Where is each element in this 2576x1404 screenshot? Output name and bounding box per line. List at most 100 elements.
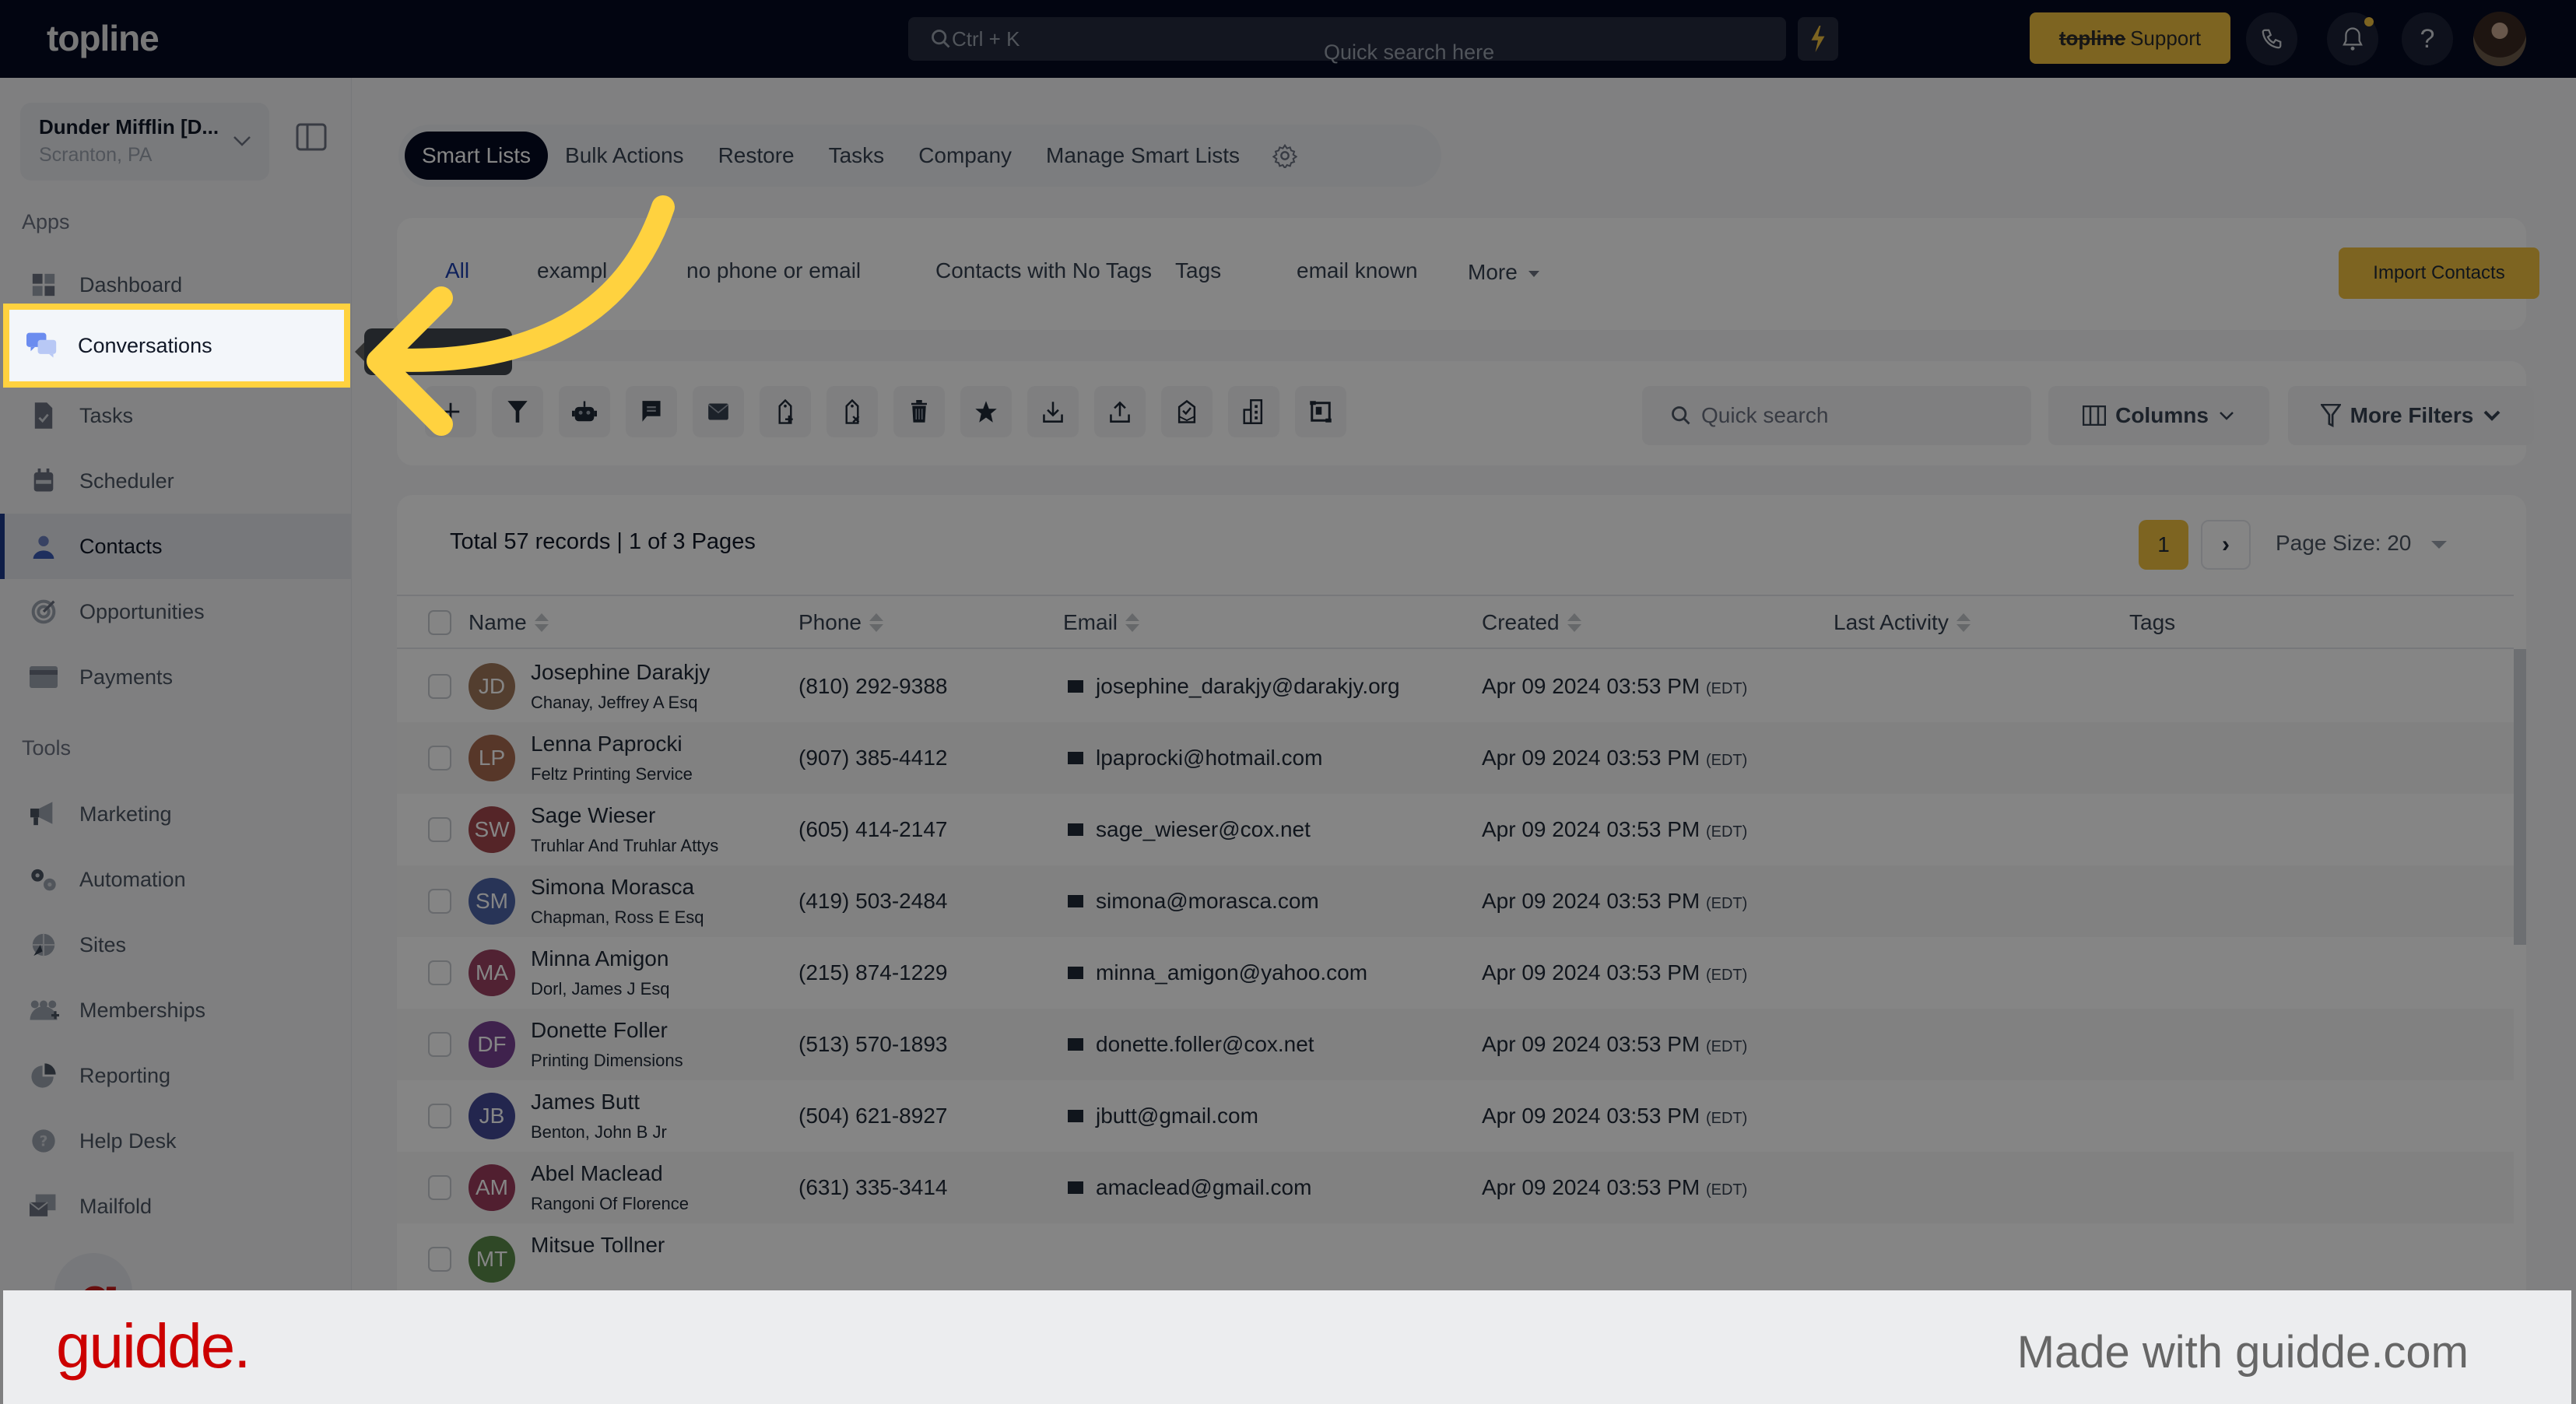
sidebar-collapse-icon[interactable] [296,123,327,151]
table-row[interactable]: JD Josephine Darakjy Chanay, Jeffrey A E… [397,651,2514,722]
contact-email[interactable]: amaclead@gmail.com [1068,1175,1311,1200]
contact-phone[interactable]: (215) 874-1229 [798,960,947,985]
location-switcher[interactable]: Dunder Mifflin [D... Scranton, PA [20,103,269,181]
contact-phone[interactable]: (810) 292-9388 [798,674,947,699]
contact-name[interactable]: Mitsue Tollner [531,1233,665,1258]
row-checkbox[interactable] [428,1032,451,1057]
more-filters-button[interactable]: More Filters [2288,386,2534,445]
tag-remove-button[interactable] [826,386,878,437]
smart-list-all[interactable]: All [445,258,469,283]
row-checkbox[interactable] [428,674,451,699]
contact-phone[interactable]: (504) 621-8927 [798,1104,947,1128]
row-checkbox[interactable] [428,1247,451,1272]
made-with-guidde[interactable]: Made with guidde.com [2017,1326,2469,1378]
table-row[interactable]: MA Minna Amigon Dorl, James J Esq (215) … [397,937,2514,1009]
notifications-button[interactable] [2327,12,2378,65]
contact-email[interactable]: simona@morasca.com [1068,889,1319,914]
contact-name[interactable]: Minna Amigon [531,946,669,971]
contact-email[interactable]: josephine_darakjy@darakjy.org [1068,674,1400,699]
sidebar-item-automation[interactable]: Automation [0,847,352,912]
row-checkbox[interactable] [428,960,451,985]
contact-phone[interactable]: (907) 385-4412 [798,746,947,770]
sidebar-item-contacts[interactable]: Contacts [0,514,352,579]
contact-name[interactable]: Sage Wieser [531,803,655,828]
contacts-quick-search[interactable]: Quick search [1642,386,2031,445]
sidebar-item-conversations[interactable]: Conversations [3,304,350,388]
tab-restore[interactable]: Restore [701,132,812,180]
contact-name[interactable]: Josephine Darakjy [531,660,710,685]
column-header-phone[interactable]: Phone [798,610,883,635]
smart-list-no-phone-email[interactable]: no phone or email [686,258,861,283]
table-row[interactable]: SW Sage Wieser Truhlar And Truhlar Attys… [397,794,2514,865]
tag-add-button[interactable] [760,386,811,437]
contact-name[interactable]: James Butt [531,1090,640,1114]
app-logo[interactable]: topline [47,17,160,59]
row-checkbox[interactable] [428,1175,451,1200]
table-row[interactable]: DF Donette Foller Printing Dimensions (5… [397,1009,2514,1080]
settings-gear-icon[interactable] [1272,143,1298,168]
row-checkbox[interactable] [428,817,451,842]
sidebar-item-marketing[interactable]: Marketing [0,781,352,847]
global-search-input[interactable]: Quick search here Ctrl + K [908,17,1786,64]
sidebar-item-reporting[interactable]: Reporting [0,1043,352,1108]
column-header-last-activity[interactable]: Last Activity [1834,610,1971,635]
smart-list-no-tags[interactable]: Contacts with No Tags [935,258,1152,283]
merge-button[interactable] [1295,386,1346,437]
contact-email[interactable]: minna_amigon@yahoo.com [1068,960,1367,985]
help-button[interactable]: ? [2402,12,2453,65]
contact-name[interactable]: Lenna Paprocki [531,732,683,756]
add-button[interactable] [425,386,476,437]
tab-tasks[interactable]: Tasks [812,132,902,180]
contact-name[interactable]: Simona Morasca [531,875,694,900]
sidebar-item-scheduler[interactable]: Scheduler [0,448,352,514]
next-page-button[interactable]: › [2201,520,2251,570]
phone-button[interactable] [2246,12,2297,65]
building-button[interactable] [1228,386,1279,437]
sidebar-item-payments[interactable]: Payments [0,644,352,710]
table-scrollbar[interactable] [2514,649,2526,945]
sidebar-item-opportunities[interactable]: Opportunities [0,579,352,644]
contact-email[interactable]: jbutt@gmail.com [1068,1104,1258,1128]
column-header-created[interactable]: Created [1482,610,1581,635]
contact-email[interactable]: lpaprocki@hotmail.com [1068,746,1322,770]
mailbox-check-button[interactable] [1161,386,1213,437]
column-header-name[interactable]: Name [469,610,549,635]
table-row[interactable]: MT Mitsue Tollner [397,1223,2514,1295]
sidebar-item-memberships[interactable]: Memberships [0,978,352,1043]
guidde-logo[interactable]: guidde. [56,1311,251,1382]
row-checkbox[interactable] [428,889,451,914]
table-row[interactable]: SM Simona Morasca Chapman, Ross E Esq (4… [397,865,2514,937]
row-checkbox[interactable] [428,1104,451,1128]
filter-button[interactable] [492,386,543,437]
user-avatar[interactable] [2473,12,2526,66]
contact-phone[interactable]: (631) 335-3414 [798,1175,947,1200]
page-size-select[interactable]: Page Size: 20 [2276,531,2448,556]
table-row[interactable]: AM Abel Maclead Rangoni Of Florence (631… [397,1152,2514,1223]
table-row[interactable]: JB James Butt Benton, John B Jr (504) 62… [397,1080,2514,1152]
smart-list-example[interactable]: exampl [537,258,607,283]
contact-email[interactable]: donette.foller@cox.net [1068,1032,1314,1057]
tab-company[interactable]: Company [901,132,1029,180]
tab-bulk-actions[interactable]: Bulk Actions [548,132,701,180]
contact-phone[interactable]: (513) 570-1893 [798,1032,947,1057]
contact-email[interactable]: sage_wieser@cox.net [1068,817,1311,842]
smart-list-email-known[interactable]: email known [1297,258,1418,283]
support-button[interactable]: topline Support [2030,12,2230,64]
trash-button[interactable] [893,386,945,437]
contact-name[interactable]: Abel Maclead [531,1161,663,1186]
email-button[interactable] [693,386,744,437]
download-button[interactable] [1027,386,1079,437]
columns-button[interactable]: Columns [2048,386,2269,445]
sidebar-item-tasks[interactable]: Tasks [0,383,352,448]
message-button[interactable] [626,386,677,437]
tab-smart-lists[interactable]: Smart Lists [405,132,549,180]
import-contacts-button[interactable]: Import Contacts [2339,247,2539,299]
quick-action-button[interactable] [1798,17,1838,61]
page-1-button[interactable]: 1 [2139,520,2188,570]
robot-button[interactable] [559,386,610,437]
smart-list-more-dropdown[interactable]: More [1468,260,1539,285]
contact-phone[interactable]: (605) 414-2147 [798,817,947,842]
upload-button[interactable] [1094,386,1146,437]
sidebar-item-help-desk[interactable]: ? Help Desk [0,1108,352,1174]
sidebar-item-mailfold[interactable]: Mailfold [0,1174,352,1239]
